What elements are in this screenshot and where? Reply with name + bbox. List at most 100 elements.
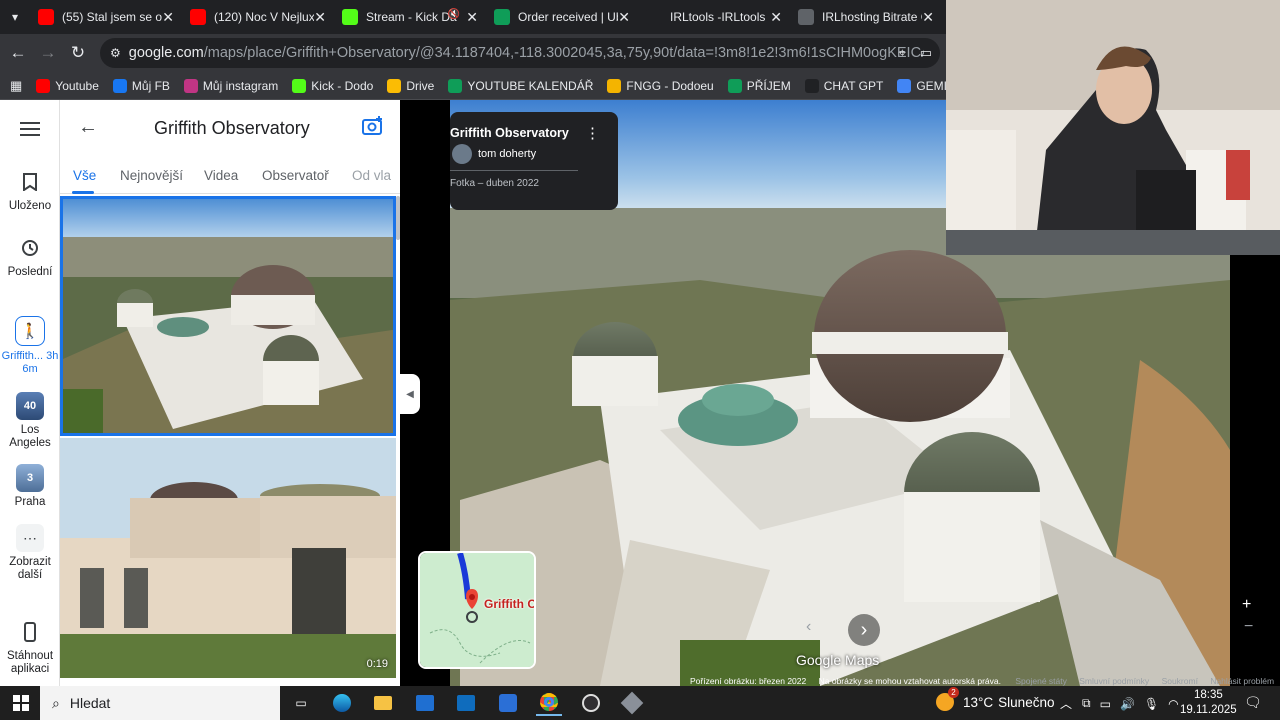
browser-tab[interactable]: IRLtools -IRLtools ✕: [638, 0, 790, 34]
system-tray: ︿ ⧉ ▭ 🔊 🎙 ◠: [1060, 695, 1179, 712]
bookmark-item[interactable]: YOUTUBE KALENDÁŘ: [448, 78, 593, 93]
browser-tab[interactable]: IRLhosting Bitrate Ca✕: [790, 0, 942, 34]
cast-icon[interactable]: ▭: [920, 45, 932, 61]
rail-item-praha[interactable]: 3 Praha: [0, 464, 60, 508]
bookmark-item[interactable]: PŘÍJEM: [727, 78, 791, 93]
close-tab-icon[interactable]: ✕: [618, 9, 630, 26]
arrow-right-icon: →: [39, 43, 57, 62]
photo-thumbnail[interactable]: [60, 196, 396, 436]
rail-item-saved[interactable]: Uloženo: [0, 168, 60, 212]
tab-videos[interactable]: Videa: [204, 168, 238, 183]
bookmark-item[interactable]: CHAT GPT: [804, 78, 883, 93]
youtube-icon: [38, 9, 54, 25]
zoom-out-button[interactable]: −: [1244, 618, 1253, 636]
report-problem-link[interactable]: Nahlásit problém: [1210, 676, 1274, 686]
back-button[interactable]: ←: [3, 38, 33, 68]
previous-photo-button[interactable]: ‹: [806, 618, 811, 636]
rail-item-griffith[interactable]: 🚶 Griffith... 3h 6m: [0, 316, 60, 376]
close-tab-icon[interactable]: ✕: [162, 9, 174, 26]
reload-icon: ↻: [70, 43, 86, 62]
start-button[interactable]: [8, 690, 34, 716]
back-button[interactable]: ←: [78, 116, 98, 139]
rail-item-more[interactable]: ⋯ Zobrazit další: [0, 524, 60, 582]
app-button[interactable]: [495, 690, 521, 716]
browser-tab[interactable]: Order received | Ube✕: [486, 0, 638, 34]
next-photo-button[interactable]: ›: [848, 614, 880, 646]
taskbar-search[interactable]: ⌕ Hledat: [40, 686, 280, 720]
bookmark-label: PŘÍJEM: [746, 78, 791, 93]
muted-tab-icon[interactable]: 🔇: [448, 9, 460, 20]
browser-tab[interactable]: Stream - Kick Da ✕ 🔇: [334, 0, 486, 34]
zoom-in-button[interactable]: +: [1242, 596, 1251, 614]
rail-item-recent[interactable]: Poslední: [0, 234, 60, 278]
chevron-up-icon[interactable]: ︿: [1060, 695, 1072, 712]
battery-icon[interactable]: ▭: [1100, 697, 1111, 711]
tab-by-owner[interactable]: Od vla: [352, 168, 391, 183]
edge-button[interactable]: [329, 690, 355, 716]
close-tab-icon[interactable]: ✕: [770, 9, 782, 26]
site-info-icon[interactable]: ⚙: [110, 46, 121, 60]
close-tab-icon[interactable]: ✕: [314, 9, 326, 26]
search-icon: ⌕: [52, 694, 60, 711]
address-bar[interactable]: ⚙ google.com /maps/place/Griffith+Observ…: [100, 38, 940, 68]
card-menu-button[interactable]: ⋮: [585, 124, 600, 142]
obs-button[interactable]: [578, 690, 604, 716]
photo-tabs: Vše Nejnovější Videa Observatoř Od vla: [60, 156, 400, 194]
location-icon[interactable]: ⌖: [899, 45, 906, 61]
bookmark-label: FNGG - Dodoeu: [626, 78, 714, 93]
tab-title: (55) Stal jsem se obě: [62, 10, 162, 24]
url-host: google.com: [128, 45, 204, 61]
author-link[interactable]: tom doherty: [452, 144, 536, 164]
bookmark-item[interactable]: Kick - Dodo: [292, 78, 373, 93]
collapse-panel-button[interactable]: ◀: [400, 374, 420, 414]
close-tab-icon[interactable]: ✕: [922, 9, 934, 26]
task-view-button[interactable]: ▭: [288, 690, 314, 716]
chevron-right-icon: ›: [860, 618, 868, 641]
apps-grid-icon[interactable]: ▦: [10, 78, 22, 94]
menu-button[interactable]: [20, 122, 40, 136]
bookmark-label: Můj FB: [131, 78, 170, 93]
bookmark-item[interactable]: Drive: [387, 78, 434, 93]
chrome-button[interactable]: [536, 690, 562, 716]
rail-item-label: Poslední: [7, 266, 53, 278]
rail-item-los-angeles[interactable]: 40 Los Angeles: [0, 392, 60, 450]
browser-tab[interactable]: (55) Stal jsem se obě✕: [30, 0, 182, 34]
close-tab-icon[interactable]: ✕: [466, 9, 478, 26]
country-link[interactable]: Spojené státy: [1015, 676, 1067, 686]
tab-observatory[interactable]: Observatoř: [262, 168, 329, 183]
video-thumbnail[interactable]: 0:19: [60, 438, 396, 678]
bookmark-item[interactable]: Můj instagram: [183, 78, 278, 93]
microphone-icon[interactable]: 🎙: [1144, 697, 1159, 711]
rail-item-download-app[interactable]: Stáhnout aplikaci: [0, 618, 60, 676]
bookmark-item[interactable]: Youtube: [36, 78, 99, 93]
google-maps-watermark: Google Maps: [796, 652, 880, 668]
weather-widget[interactable]: 2 13°C Slunečno: [936, 687, 1054, 711]
add-photo-button[interactable]: [362, 116, 384, 141]
browser-tab[interactable]: (120) Noc V Nejluxus✕: [182, 0, 334, 34]
forward-button[interactable]: →: [33, 38, 63, 68]
bookmark-item[interactable]: Můj FB: [112, 78, 170, 93]
clock[interactable]: 18:35 19.11.2025: [1180, 688, 1237, 718]
card-title: Griffith Observatory: [450, 126, 569, 140]
tab-search-menu[interactable]: ▾: [0, 0, 30, 34]
bookmark-item[interactable]: FNGG - Dodoeu: [607, 78, 714, 93]
tab-all[interactable]: Vše: [73, 168, 96, 183]
minimap[interactable]: Griffith Ob: [418, 551, 536, 669]
notifications-button[interactable]: 🗨: [1244, 694, 1262, 711]
wifi-icon[interactable]: ◠: [1168, 697, 1178, 711]
sun-icon: 2: [936, 687, 959, 711]
volume-icon[interactable]: 🔊: [1120, 697, 1135, 711]
privacy-link[interactable]: Soukromí: [1162, 676, 1198, 686]
copyright-notice: Na obrázky se mohou vztahovat autorská p…: [818, 676, 1001, 686]
reload-button[interactable]: ↻: [63, 38, 93, 68]
tab-latest[interactable]: Nejnovější: [120, 168, 183, 183]
weather-temp: 13°C: [963, 694, 994, 710]
terms-link[interactable]: Smluvní podmínky: [1079, 676, 1149, 686]
outlook-button[interactable]: [453, 690, 479, 716]
rail-item-label: Los Angeles: [9, 424, 51, 449]
panel-header: ← Griffith Observatory: [60, 100, 400, 156]
network-device-icon[interactable]: ⧉: [1082, 696, 1091, 711]
explorer-button[interactable]: [370, 690, 396, 716]
store-button[interactable]: [412, 690, 438, 716]
app2-button[interactable]: [619, 690, 645, 716]
